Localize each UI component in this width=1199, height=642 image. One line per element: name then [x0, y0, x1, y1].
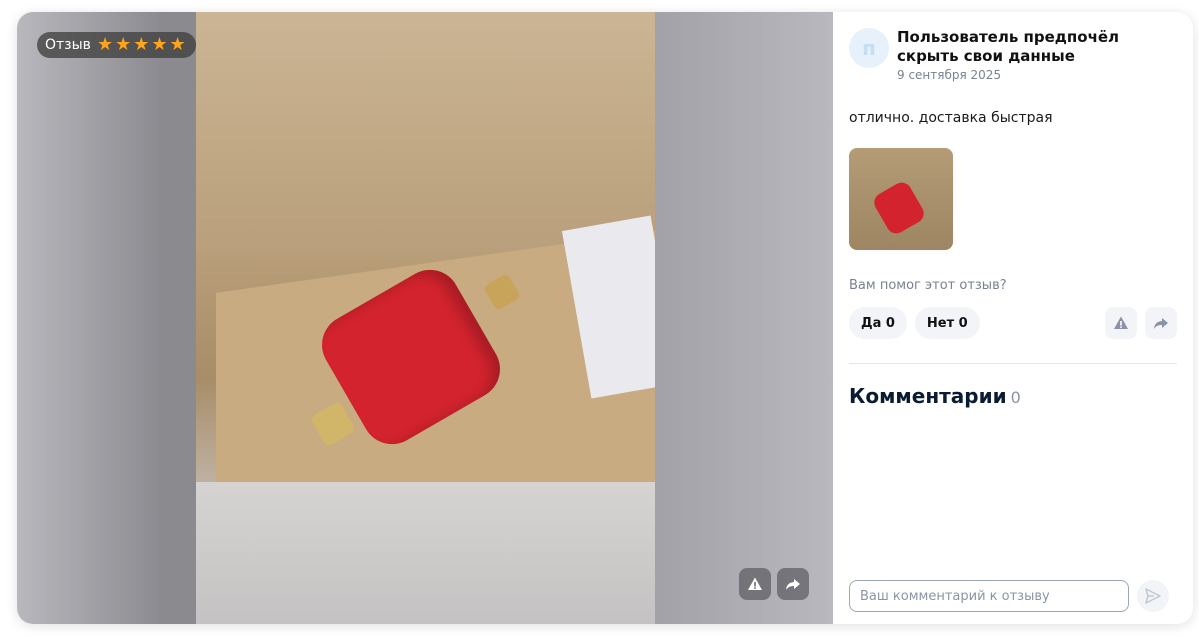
share-icon — [1154, 318, 1168, 329]
vote-no-button[interactable]: Нет 0 — [914, 307, 980, 339]
review-author: п Пользователь предпочёл скрыть свои дан… — [849, 28, 1177, 82]
star-icon: ★ — [115, 34, 132, 55]
send-comment-button[interactable] — [1137, 580, 1169, 612]
review-date: 9 сентября 2025 — [897, 68, 1002, 82]
star-icon: ★ — [169, 34, 186, 55]
divider — [849, 363, 1177, 364]
comments-title: Комментарии — [849, 384, 1007, 408]
photo-box-flap — [196, 12, 655, 252]
star-icon: ★ — [133, 34, 150, 55]
thumbnail-insulator — [870, 178, 928, 238]
review-photo[interactable] — [196, 12, 655, 624]
vote-row: Да 0 Нет 0 — [849, 307, 1177, 339]
author-name: Пользователь предпочёл скрыть свои данны… — [897, 28, 1120, 65]
share-review-button[interactable] — [1145, 307, 1177, 339]
warning-icon — [748, 577, 762, 590]
comment-form — [849, 580, 1169, 612]
media-actions — [739, 568, 809, 600]
comments-count: 0 — [1010, 388, 1021, 407]
send-icon — [1145, 588, 1161, 604]
helpful-question: Вам помог этот отзыв? — [849, 278, 1007, 293]
photo-cloth — [196, 482, 655, 624]
warning-icon — [1114, 316, 1128, 329]
vote-yes-button[interactable]: Да 0 — [849, 307, 907, 339]
report-button[interactable] — [739, 568, 771, 600]
share-button[interactable] — [777, 568, 809, 600]
avatar: п — [849, 28, 889, 68]
star-icon: ★ — [96, 34, 114, 55]
badge-label: Отзыв — [45, 37, 91, 53]
star-rating: ★ ★ ★ ★ ★ — [97, 36, 186, 54]
review-text: отлично. доставка быстрая — [849, 110, 1053, 126]
review-details-panel: п Пользователь предпочёл скрыть свои дан… — [833, 12, 1193, 624]
review-rating-badge: Отзыв ★ ★ ★ ★ ★ — [37, 32, 196, 58]
review-photo-thumbnail[interactable] — [849, 148, 953, 250]
report-review-button[interactable] — [1105, 307, 1137, 339]
review-media-viewer: Отзыв ★ ★ ★ ★ ★ — [17, 12, 833, 624]
star-icon: ★ — [151, 34, 168, 55]
comments-heading: Комментарии 0 — [849, 384, 1177, 408]
comment-input[interactable] — [849, 580, 1129, 612]
share-icon — [786, 579, 800, 590]
review-modal: Отзыв ★ ★ ★ ★ ★ п Пользователь предпочёл… — [17, 12, 1193, 624]
